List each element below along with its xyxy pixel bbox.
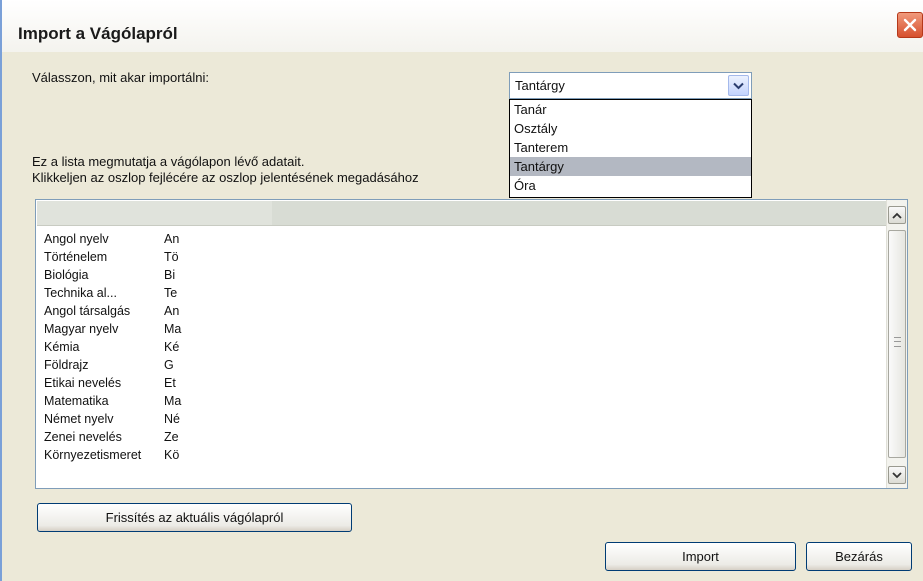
chevron-down-icon xyxy=(733,82,744,89)
title-bar[interactable]: Import a Vágólapról xyxy=(2,0,923,52)
table-row[interactable]: Környezetismeret Kö xyxy=(36,447,887,465)
cell-subject-code: Tö xyxy=(164,250,179,264)
import-type-select[interactable]: Tantárgy xyxy=(509,72,752,99)
cell-subject-name: Etikai nevelés xyxy=(44,376,122,390)
close-icon xyxy=(903,18,917,32)
dropdown-button[interactable] xyxy=(728,75,749,96)
table-row[interactable]: Angol társalgás An xyxy=(36,303,887,321)
refresh-from-clipboard-button[interactable]: Frissítés az aktuális vágólapról xyxy=(37,503,352,532)
cell-subject-code: Ma xyxy=(164,394,182,408)
table-row[interactable]: Zenei nevelés Ze xyxy=(36,429,887,447)
option-tantargy[interactable]: Tantárgy xyxy=(510,157,751,176)
info-line-1: Ez a lista megmutatja a vágólapon lévő a… xyxy=(32,154,305,169)
vertical-scrollbar[interactable] xyxy=(886,200,907,488)
info-line-2: Klikkeljen az oszlop fejlécére az oszlop… xyxy=(32,170,419,185)
table-row[interactable]: Angol nyelv An xyxy=(36,231,887,249)
table-row[interactable]: Biológia Bi xyxy=(36,267,887,285)
cell-subject-code: Te xyxy=(164,286,178,300)
option-tanterem[interactable]: Tanterem xyxy=(510,138,751,157)
option-osztaly[interactable]: Osztály xyxy=(510,119,751,138)
cell-subject-code: Bi xyxy=(164,268,176,282)
cell-subject-code: Ké xyxy=(164,340,180,354)
import-dialog: Import a Vágólapról Válasszon, mit akar … xyxy=(0,0,923,581)
dialog-title: Import a Vágólapról xyxy=(18,24,178,43)
grid-header xyxy=(37,201,888,229)
option-ora[interactable]: Óra xyxy=(510,176,751,195)
table-row[interactable]: Technika al... Te xyxy=(36,285,887,303)
cell-subject-name: Történelem xyxy=(44,250,108,264)
option-tanar[interactable]: Tanár xyxy=(510,100,751,119)
grip-icon xyxy=(894,337,901,347)
cell-subject-name: Technika al... xyxy=(44,286,117,300)
cell-subject-code: Et xyxy=(164,376,176,390)
import-type-value: Tantárgy xyxy=(515,78,565,93)
cell-subject-code: An xyxy=(164,232,180,246)
table-row[interactable]: Matematika Ma xyxy=(36,393,887,411)
table-row[interactable]: Kémia Ké xyxy=(36,339,887,357)
import-type-options: Tanár Osztály Tanterem Tantárgy Óra xyxy=(509,99,752,198)
table-row[interactable]: Etikai nevelés Et xyxy=(36,375,887,393)
cell-subject-code: Ma xyxy=(164,322,182,336)
cell-subject-name: Kémia xyxy=(44,340,80,354)
scroll-up-button[interactable] xyxy=(888,206,906,224)
cell-subject-name: Zenei nevelés xyxy=(44,430,122,444)
cell-subject-code: G xyxy=(164,358,174,372)
close-window-button[interactable] xyxy=(897,12,923,38)
table-row[interactable]: Magyar nyelv Ma xyxy=(36,321,887,339)
chevron-down-icon xyxy=(892,471,902,478)
column-header-2[interactable] xyxy=(272,201,888,226)
cell-subject-name: Magyar nyelv xyxy=(44,322,119,336)
scroll-thumb[interactable] xyxy=(888,230,906,458)
scroll-down-button[interactable] xyxy=(888,466,906,484)
clipboard-data-grid[interactable]: Angol nyelv An Történelem Tö Biológia Bi Techn… xyxy=(35,199,908,489)
import-button[interactable]: Import xyxy=(605,542,796,571)
cell-subject-name: Matematika xyxy=(44,394,109,408)
cell-subject-name: Környezetismeret xyxy=(44,448,142,462)
cell-subject-name: Biológia xyxy=(44,268,89,282)
cell-subject-code: An xyxy=(164,304,180,318)
cell-subject-code: Kö xyxy=(164,448,180,462)
table-row[interactable]: Földrajz G xyxy=(36,357,887,375)
import-type-label: Válasszon, mit akar importálni: xyxy=(32,70,210,85)
cell-subject-name: Angol társalgás xyxy=(44,304,131,318)
grid-rows: Angol nyelv An Történelem Tö Biológia Bi Techn… xyxy=(36,231,887,487)
chevron-up-icon xyxy=(892,212,902,219)
cell-subject-name: Német nyelv xyxy=(44,412,114,426)
cell-subject-name: Földrajz xyxy=(44,358,89,372)
cell-subject-name: Angol nyelv xyxy=(44,232,109,246)
table-row[interactable]: Történelem Tö xyxy=(36,249,887,267)
column-header-1[interactable] xyxy=(37,201,272,226)
table-row[interactable]: Német nyelv Né xyxy=(36,411,887,429)
close-button[interactable]: Bezárás xyxy=(806,542,912,571)
info-text: Ez a lista megmutatja a vágólapon lévő a… xyxy=(32,154,419,186)
cell-subject-code: Ze xyxy=(164,430,179,444)
cell-subject-code: Né xyxy=(164,412,180,426)
